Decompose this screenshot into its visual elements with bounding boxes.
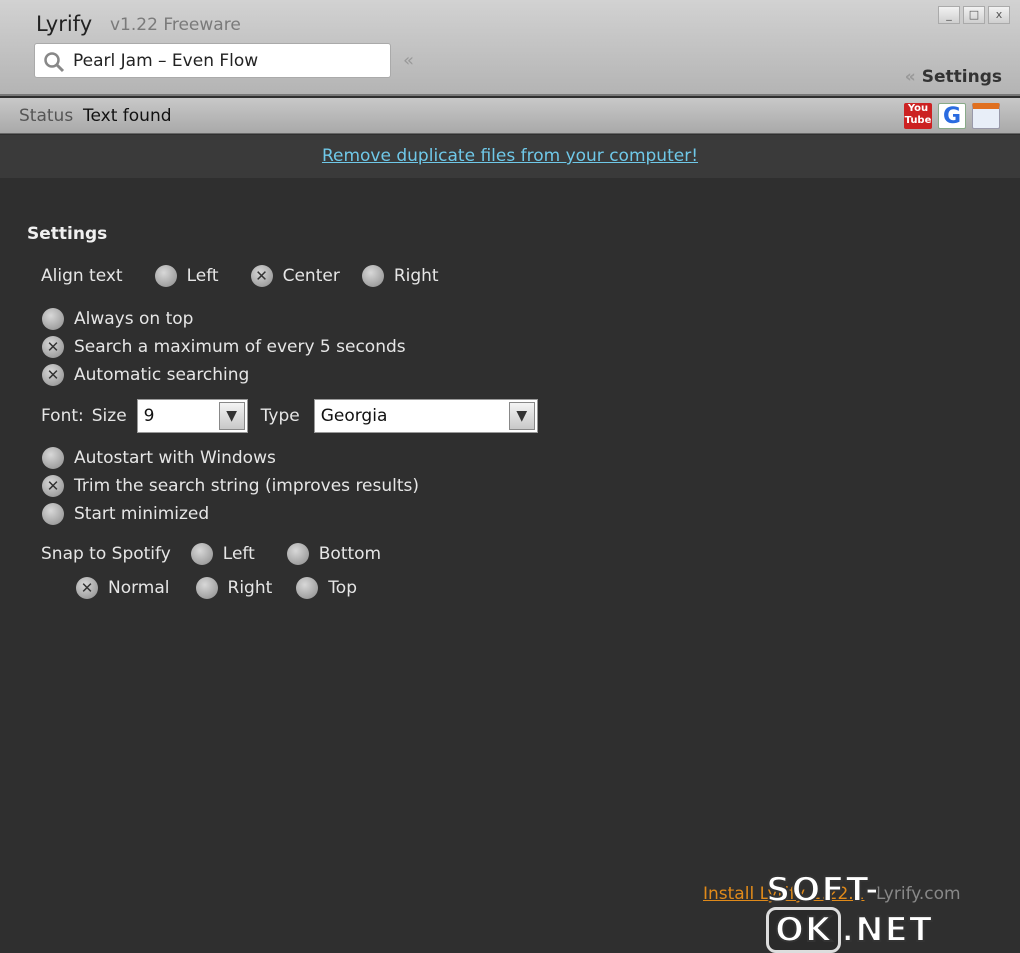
- font-label: Font:: [41, 406, 84, 426]
- checkbox-3[interactable]: Autostart with Windows: [42, 447, 276, 469]
- snap-bottom-radio[interactable]: Bottom: [286, 543, 382, 565]
- option-row: ✕ Trim the search string (improves result…: [42, 475, 419, 497]
- option-row: Always on top: [42, 308, 193, 330]
- header-bar: Lyrify v1.22 Freeware « _ □ x «Settings: [0, 0, 1020, 96]
- radio-checked-icon[interactable]: ✕: [42, 336, 64, 358]
- radio-unchecked-icon[interactable]: [361, 265, 384, 287]
- settings-button[interactable]: «Settings: [905, 67, 1002, 87]
- option-label: Normal: [108, 578, 170, 598]
- checkbox-5[interactable]: Start minimized: [42, 503, 209, 525]
- chevron-down-icon[interactable]: ▼: [508, 402, 535, 430]
- maximize-button[interactable]: □: [963, 6, 985, 24]
- radio-unchecked-icon[interactable]: [42, 447, 64, 469]
- search-input[interactable]: [73, 49, 383, 73]
- status-value: Text found: [83, 106, 172, 126]
- checkbox-2[interactable]: ✕ Automatic searching: [42, 364, 249, 386]
- snap-label: Snap to Spotify: [41, 544, 171, 564]
- option-label: Right: [227, 578, 273, 598]
- radio-checked-icon[interactable]: ✕: [250, 265, 273, 287]
- search-icon: [44, 52, 65, 73]
- option-label: Automatic searching: [74, 365, 250, 385]
- radio-checked-icon[interactable]: ✕: [42, 364, 64, 386]
- radio-unchecked-icon[interactable]: [286, 543, 309, 565]
- align-label: Align text: [41, 266, 123, 286]
- radio-unchecked-icon[interactable]: [195, 577, 218, 599]
- option-row: ✕ Search a maximum of every 5 seconds: [42, 336, 406, 358]
- option-label: Left: [186, 266, 219, 286]
- option-label: Always on top: [74, 309, 194, 329]
- checkbox-1[interactable]: ✕ Search a maximum of every 5 seconds: [42, 336, 406, 358]
- snap-row-2: ✕ Normal Right Top: [76, 577, 357, 599]
- select-value: 9: [143, 406, 155, 426]
- google-icon[interactable]: G: [938, 103, 966, 129]
- snap-row-1: Snap to Spotify Left Bottom: [41, 543, 381, 565]
- size-label: Size: [91, 406, 127, 426]
- radio-unchecked-icon[interactable]: [42, 503, 64, 525]
- option-label: Trim the search string (improves results…: [74, 476, 420, 496]
- option-label: Start minimized: [74, 504, 210, 524]
- snap-normal-radio[interactable]: ✕ Normal: [76, 577, 170, 599]
- select-value: Georgia: [320, 406, 388, 426]
- status-bar: Status Text found You Tube G: [0, 98, 1020, 134]
- radio-checked-icon[interactable]: ✕: [76, 577, 98, 599]
- radio-unchecked-icon[interactable]: [296, 577, 319, 599]
- chevron-down-icon[interactable]: ▼: [218, 402, 245, 430]
- app-version: v1.22 Freeware: [110, 15, 241, 35]
- checkbox-0[interactable]: Always on top: [42, 308, 193, 330]
- option-row: Start minimized: [42, 503, 209, 525]
- align-center-radio[interactable]: ✕ Center: [250, 265, 340, 287]
- youtube-icon[interactable]: You Tube: [904, 103, 932, 129]
- snap-left-radio[interactable]: Left: [190, 543, 255, 565]
- minimize-button[interactable]: _: [938, 6, 960, 24]
- radio-unchecked-icon[interactable]: [42, 308, 64, 330]
- status-label: Status: [19, 106, 74, 126]
- app-title: Lyrify: [36, 12, 93, 36]
- ad-banner: Remove duplicate files from your compute…: [0, 135, 1020, 178]
- option-label: Autostart with Windows: [74, 448, 276, 468]
- search-box[interactable]: [34, 43, 391, 78]
- align-left-radio[interactable]: Left: [154, 265, 219, 287]
- radio-unchecked-icon[interactable]: [190, 543, 213, 565]
- snap-right-radio[interactable]: Right: [195, 577, 273, 599]
- font-row: Font: Size 9 ▼ Type Georgia ▼: [41, 399, 538, 433]
- option-label: Left: [222, 544, 255, 564]
- watermark-logo: SOFT-OK .NET: [765, 869, 1020, 953]
- settings-heading: Settings: [27, 224, 108, 244]
- option-row: ✕ Automatic searching: [42, 364, 249, 386]
- chevron-left-icon: «: [904, 67, 916, 87]
- type-label: Type: [260, 406, 300, 426]
- settings-label: Settings: [921, 67, 1002, 87]
- option-label: Bottom: [318, 544, 382, 564]
- option-label: Center: [282, 266, 340, 286]
- option-label: Top: [328, 578, 357, 598]
- radio-checked-icon[interactable]: ✕: [42, 475, 64, 497]
- calendar-icon[interactable]: [972, 103, 1000, 129]
- collapse-button[interactable]: «: [403, 50, 414, 71]
- checkbox-4[interactable]: ✕ Trim the search string (improves result…: [42, 475, 419, 497]
- close-button[interactable]: x: [988, 6, 1010, 24]
- option-row: Autostart with Windows: [42, 447, 276, 469]
- font-size-select[interactable]: 9 ▼: [136, 399, 248, 433]
- remove-duplicates-link[interactable]: Remove duplicate files from your compute…: [322, 146, 698, 166]
- option-label: Right: [393, 266, 439, 286]
- radio-unchecked-icon[interactable]: [154, 265, 177, 287]
- font-type-select[interactable]: Georgia ▼: [313, 399, 538, 433]
- option-label: Search a maximum of every 5 seconds: [74, 337, 406, 357]
- snap-top-radio[interactable]: Top: [296, 577, 357, 599]
- align-row: Align text Left ✕ Center Right: [41, 265, 471, 287]
- align-right-radio[interactable]: Right: [361, 265, 439, 287]
